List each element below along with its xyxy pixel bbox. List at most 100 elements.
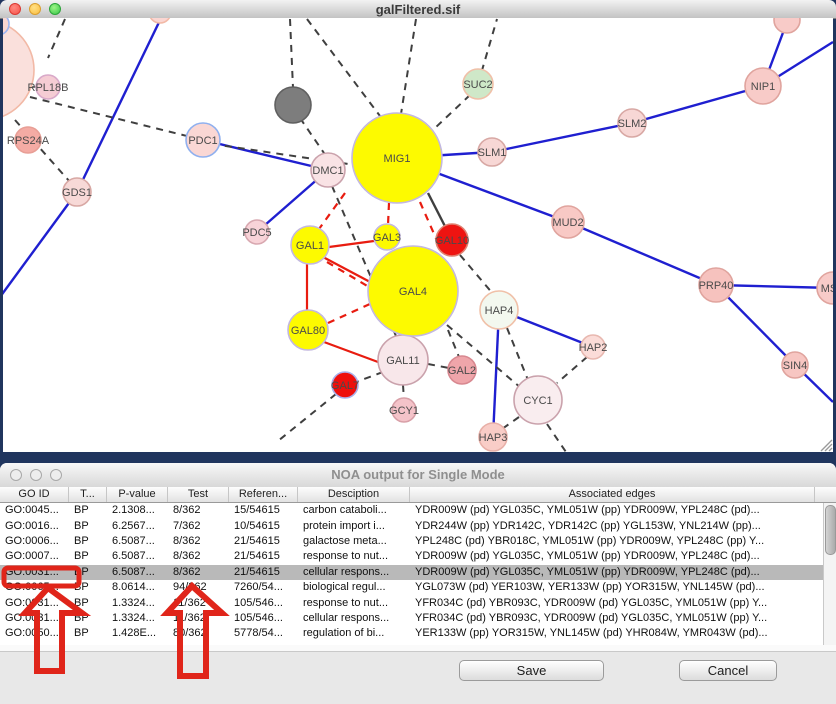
graph-edge[interactable] [327,262,369,287]
graph-edge[interactable] [203,140,328,170]
table-cell: BP [69,611,107,626]
graph-edge[interactable] [3,192,77,297]
table-cell: protein import i... [298,519,410,534]
table-cell: BP [69,596,107,611]
node-label: GAL3 [373,232,401,244]
table-cell: YDR009W (pd) YGL035C, YML051W (pp) YDR00… [410,503,815,518]
node-label: GAL4 [399,286,427,298]
node-label: GAL10 [435,235,469,247]
table-cell: galactose meta... [298,534,410,549]
table-header: GO IDT...P-valueTestReferen...Desciption… [0,487,836,503]
table-cell: GO:0007... [0,549,69,564]
table-row[interactable]: GO:0031...BP1.3324...11/362105/546...res… [0,595,823,610]
table-cell: carbon cataboli... [298,503,410,518]
table-cell: GO:0006... [0,534,69,549]
noa-window-titlebar[interactable]: NOA output for Single Mode [0,463,836,488]
graph-edge[interactable] [356,372,383,382]
column-header-referen[interactable]: Referen... [229,487,298,502]
table-cell: 15/54615 [229,503,298,518]
table-row[interactable]: GO:0007...BP6.5087...8/36221/54615respon… [0,549,823,564]
table-cell: 8/362 [168,503,229,518]
table-row[interactable]: GO:0031...BP1.3324...11/362105/546...cel… [0,611,823,626]
table-row[interactable]: GO:0065...BP8.0614...94/3627260/54...bio… [0,580,823,595]
graph-edge[interactable] [428,364,449,368]
table-cell: response to nut... [298,596,410,611]
node-label: HAP3 [479,432,508,444]
node-partial[interactable] [774,18,800,33]
table-cell: BP [69,565,107,580]
table-cell: 7/362 [168,519,229,534]
node-label: HAP2 [579,342,608,354]
table-cell: 21/54615 [229,565,298,580]
graph-edge[interactable] [435,95,470,128]
table-cell: 80/362 [168,626,229,641]
table-cell: 8/362 [168,534,229,549]
graph-edge[interactable] [324,342,378,362]
table-row[interactable]: GO:0016...BP6.2567...7/36210/54615protei… [0,518,823,533]
table-cell: BP [69,580,107,595]
node-label: SIN4 [783,360,807,372]
table-cell: 1.428E... [107,626,168,641]
graph-edge[interactable] [547,424,566,452]
table-row[interactable]: GO:0050...BP1.428E...80/3625778/54...reg… [0,626,823,641]
table-bottom-strip [0,645,836,652]
graph-edge[interactable] [401,19,416,114]
node-partial[interactable] [149,18,171,23]
vertical-scrollbar[interactable] [823,503,836,645]
column-header-associatededges[interactable]: Associated edges [410,487,815,502]
graph-edge[interactable] [460,255,494,295]
graph-edge[interactable] [492,123,632,152]
table-row[interactable]: GO:0031...BP6.5087...8/36221/54615cellul… [0,565,823,580]
node-label: RPS24A [7,135,50,147]
graph-edge[interactable] [77,18,163,192]
column-header-goid[interactable]: GO ID [0,487,69,502]
table-cell: YDR009W (pd) YGL035C, YML051W (pp) YDR00… [410,565,815,580]
node-label: MIG1 [384,153,411,165]
table-cell: 6.5087... [107,549,168,564]
graph-edge[interactable] [307,19,383,120]
column-header-test[interactable]: Test [168,487,229,502]
graph-edge[interactable] [502,417,519,429]
graph-window-titlebar[interactable]: galFiltered.sif [0,0,836,19]
table-cell: 1.3324... [107,596,168,611]
graph-edge[interactable] [328,303,372,323]
graph-edge[interactable] [557,357,587,383]
table-cell: YFR034C (pd) YBR093C, YDR009W (pd) YGL03… [410,596,815,611]
node-label: RPL18B [28,82,69,94]
table-cell: YPL248C (pd) YBR018C, YML051W (pp) YDR00… [410,534,815,549]
graph-edge[interactable] [632,86,763,123]
graph-edge[interactable] [319,193,345,229]
node-label: GAL7 [331,380,359,392]
table-row[interactable]: GO:0045...BP2.1308...8/36215/54615carbon… [0,503,823,518]
graph-edge[interactable] [329,241,374,247]
graph-edge[interactable] [388,203,389,225]
node-label: GAL11 [386,355,419,367]
graph-edge[interactable] [300,118,326,156]
column-header-pvalue[interactable]: P-value [107,487,168,502]
graph-edge[interactable] [568,222,716,285]
graph-edge[interactable] [507,328,528,380]
table-cell: 11/362 [168,596,229,611]
graph-edge[interactable] [290,19,293,88]
node-partial[interactable] [275,87,311,123]
network-canvas[interactable]: RPL18BRPS24AGDS1PDC1PDC5DMC1SUC2SLM1SLM2… [3,18,833,452]
save-button[interactable]: Save [459,660,604,681]
table-cell: YDR009W (pd) YGL035C, YML051W (pp) YDR00… [410,549,815,564]
table-cell: 94/362 [168,580,229,595]
graph-edge[interactable] [30,97,203,140]
node-partial[interactable] [3,20,34,120]
resize-grip-icon[interactable] [821,440,832,451]
table-cell: GO:0050... [0,626,69,641]
table-cell: YER133W (pp) YOR315W, YNL145W (pd) YHR08… [410,626,815,641]
graph-edge[interactable] [48,19,65,58]
cancel-button[interactable]: Cancel [679,660,777,681]
graph-edge[interactable] [278,394,336,441]
column-header-t[interactable]: T... [69,487,107,502]
scrollbar-thumb[interactable] [825,505,836,555]
table-cell: GO:0031... [0,565,69,580]
table-cell: YDR244W (pp) YDR142C, YDR142C (pp) YGL15… [410,519,815,534]
table-cell: response to nut... [298,549,410,564]
column-header-desciption[interactable]: Desciption [298,487,410,502]
node-label: PRP40 [699,280,734,292]
table-row[interactable]: GO:0006...BP6.5087...8/36221/54615galact… [0,534,823,549]
